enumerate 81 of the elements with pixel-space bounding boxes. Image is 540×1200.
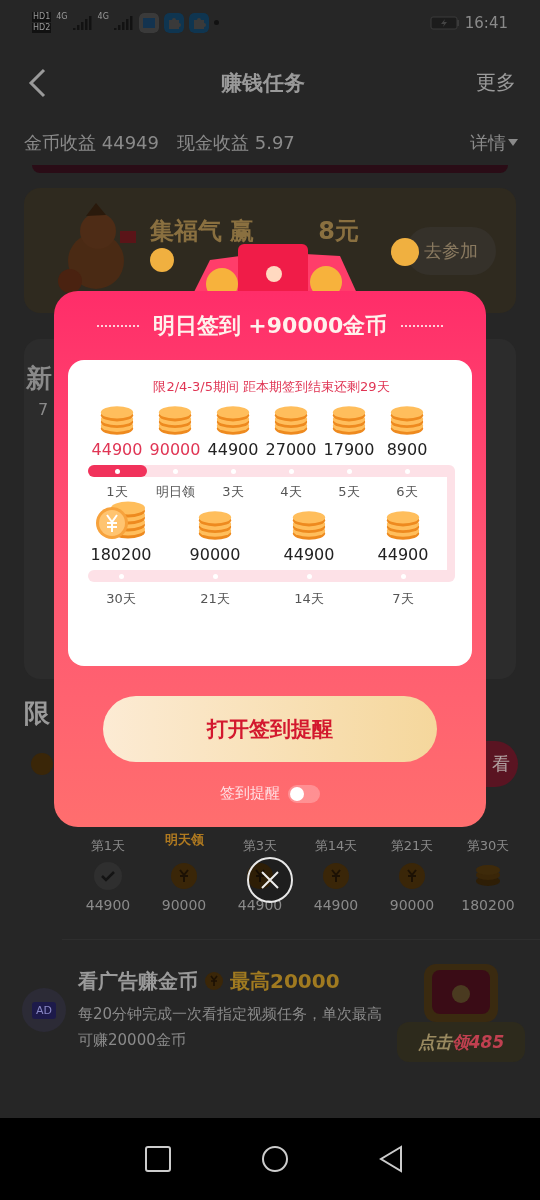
puzzle-icon xyxy=(163,12,184,33)
home-icon[interactable] xyxy=(260,1144,290,1174)
day-label: 1天 xyxy=(105,483,129,501)
card-text: 7 xyxy=(38,400,49,419)
day-label: 3天 xyxy=(221,483,245,501)
period-notice: 限2/4-3/5期间 距本期签到结束还剩29天 xyxy=(152,378,391,396)
puzzle-icon xyxy=(188,12,209,33)
banner-title-tail: 8元 xyxy=(318,215,360,247)
coin-stack-icon xyxy=(98,404,136,436)
coin-earnings: 金币收益 44949 xyxy=(24,130,159,155)
day-label: 明日领 xyxy=(154,483,196,501)
close-icon xyxy=(259,869,281,891)
network-label: 4G xyxy=(97,12,109,21)
coin-stack-icon xyxy=(156,404,194,436)
day-label: 4天 xyxy=(279,483,303,501)
reward-amount: 90000 xyxy=(188,545,242,564)
coin-stack-icon xyxy=(272,404,310,436)
day-label: 6天 xyxy=(395,483,419,501)
day-label: 第3天 xyxy=(242,837,278,855)
reminder-toggle[interactable] xyxy=(288,784,320,803)
reward-amount: 8900 xyxy=(385,440,429,459)
caret-icon xyxy=(508,139,518,146)
banner-title: 集福气 赢 xyxy=(150,215,255,247)
reward-amount: 17900 xyxy=(322,440,376,459)
day-label: 30天 xyxy=(105,590,137,608)
day-reward: 44900 xyxy=(313,897,359,913)
day-label: 第1天 xyxy=(90,837,126,855)
coin-icon xyxy=(397,861,427,891)
dialog-title: 明日签到 +90000金币 xyxy=(152,311,388,340)
day-label: 第21天 xyxy=(390,837,434,855)
ad-icon: AD xyxy=(22,988,66,1032)
coin-icon xyxy=(321,861,351,891)
coin-stack-icon xyxy=(388,404,426,436)
day-reward: 90000 xyxy=(389,897,435,913)
day-label: 21天 xyxy=(199,590,231,608)
page-title: 赚钱任务 xyxy=(220,69,306,97)
coin-icon xyxy=(169,861,199,891)
reward-amount: 180200 xyxy=(89,545,153,564)
day-label: 7天 xyxy=(391,590,415,608)
reminder-label: 签到提醒 xyxy=(220,784,280,803)
coin-stack-icon xyxy=(196,509,234,541)
reward-amount: 44900 xyxy=(206,440,260,459)
claim-button[interactable]: 点击领485 xyxy=(397,1022,525,1062)
day-label: 明天领 xyxy=(164,831,204,849)
day-label: 第30天 xyxy=(466,837,510,855)
task-title: 看广告赚金币 xyxy=(78,967,198,995)
coin-icon xyxy=(204,971,224,991)
task-description: 每20分钟完成一次看指定视频任务，单次最高可赚20000金币 xyxy=(78,1003,384,1051)
reward-amount: 44900 xyxy=(376,545,430,564)
max-reward: 最高20000 xyxy=(230,967,340,995)
sim-label: HD2 xyxy=(32,23,52,33)
checkmark-icon xyxy=(93,861,123,891)
network-label: 4G xyxy=(56,12,68,21)
coin-stack-icon xyxy=(290,509,328,541)
details-dropdown[interactable]: 详情 xyxy=(470,130,518,155)
day-reward: 180200 xyxy=(461,897,515,913)
recent-apps-icon[interactable] xyxy=(143,1144,174,1174)
enable-reminder-button[interactable]: 打开签到提醒 xyxy=(103,696,437,762)
cash-earnings: 现金收益 5.97 xyxy=(177,130,295,155)
reward-amount: 44900 xyxy=(282,545,336,564)
coin-stack-icon xyxy=(330,404,368,436)
day-label: 5天 xyxy=(337,483,361,501)
battery-icon xyxy=(429,15,460,30)
section-heading: 限 xyxy=(24,697,50,730)
card-heading: 新 xyxy=(26,362,52,395)
coin-stack-icon xyxy=(214,404,252,436)
day-reward: 44900 xyxy=(85,897,131,913)
coin-stack-icon xyxy=(384,509,422,541)
app-icon xyxy=(138,12,159,33)
coin-icon xyxy=(245,861,275,891)
more-link[interactable]: 更多 xyxy=(476,69,516,96)
coin-pile-icon xyxy=(94,501,148,541)
day-reward: 90000 xyxy=(161,897,207,913)
day-label: 14天 xyxy=(293,590,325,608)
reward-amount: 27000 xyxy=(264,440,318,459)
day-label: 第14天 xyxy=(314,837,358,855)
reward-amount: 44900 xyxy=(90,440,144,459)
sim-label: HD1 xyxy=(32,12,52,22)
coin-icon xyxy=(30,752,54,776)
clock-time: 16:41 xyxy=(464,13,508,32)
reward-amount: 90000 xyxy=(148,440,202,459)
